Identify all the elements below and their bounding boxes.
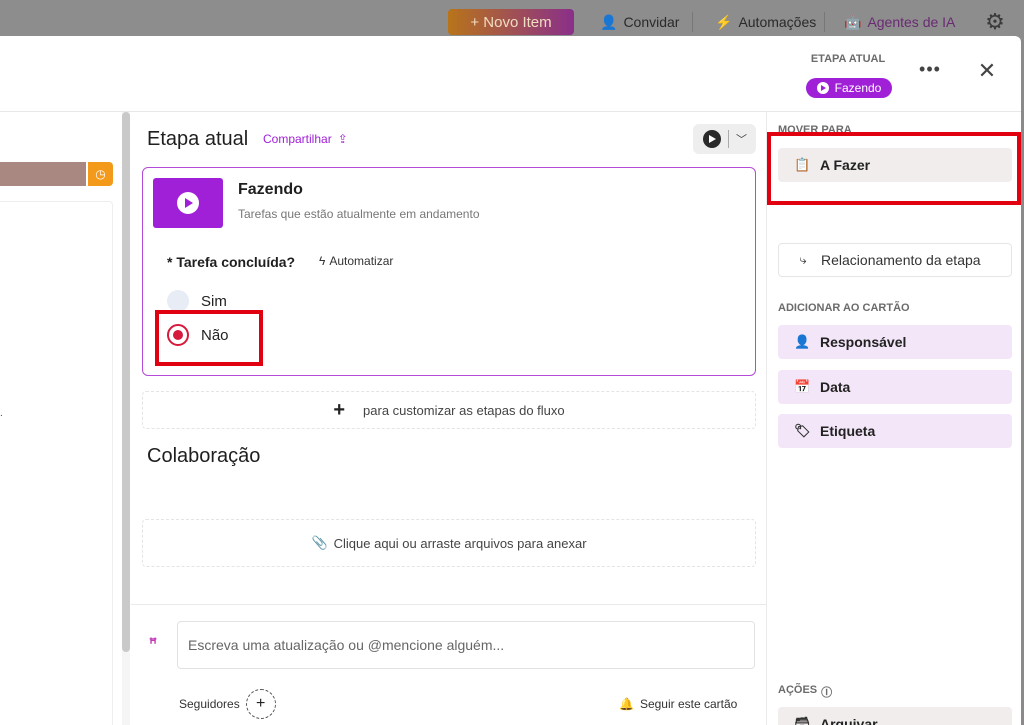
follow-card-label: Seguir este cartão xyxy=(639,697,738,711)
info-icon: ⓘ xyxy=(821,687,833,699)
user-icon: 👤 xyxy=(794,334,811,349)
divider xyxy=(824,12,825,32)
progress-bar xyxy=(0,162,86,186)
stage-description: Tarefas que estão atualmente em andament… xyxy=(238,207,480,221)
automate-label: Automatizar xyxy=(329,254,394,268)
lightning-icon: ⚡ xyxy=(715,13,733,30)
left-panel xyxy=(0,201,113,725)
archive-button[interactable]: 🗃 Arquivar xyxy=(778,707,1012,725)
divider xyxy=(728,130,729,148)
archive-label: Arquivar xyxy=(820,716,878,725)
bell-icon: 🔔 xyxy=(619,697,634,711)
radio-label: Sim xyxy=(201,292,227,310)
stage-relation-button[interactable]: ⤷ Relacionamento da etapa xyxy=(778,243,1012,277)
add-date-button[interactable]: 📅 Data xyxy=(778,370,1012,404)
paperclip-icon: 📎 xyxy=(311,535,328,550)
actions-label-text: AÇÕES xyxy=(778,684,818,696)
chevron-down-icon[interactable]: ﹀ xyxy=(736,131,747,147)
scrollbar-thumb[interactable] xyxy=(122,112,130,652)
gear-icon: ⚙ xyxy=(985,9,1005,34)
attach-dropzone[interactable]: 📎 Clique aqui ou arraste arquivos para a… xyxy=(142,519,756,567)
invite-label: Convidar xyxy=(623,14,680,30)
card-modal: ETAPA ATUAL Fazendo ••• ✕ ◷ . Etapa atua… xyxy=(0,36,1021,725)
automations-label: Automações xyxy=(738,14,817,30)
automations-button[interactable]: ⚡ Automações xyxy=(705,9,826,35)
radio-option-sim[interactable]: Sim xyxy=(167,290,227,312)
invite-button[interactable]: 👤 Convidar xyxy=(590,9,689,35)
actions-label: AÇÕES ⓘ xyxy=(778,684,832,700)
tree-icon: ⤷ xyxy=(799,252,807,267)
add-follower-button[interactable]: + xyxy=(245,689,276,719)
customize-stages-button[interactable]: + para customizar as etapas do fluxo xyxy=(142,391,756,429)
customize-label: para customizar as etapas do fluxo xyxy=(363,402,565,418)
archive-icon: 🗃 xyxy=(794,716,811,725)
update-input[interactable] xyxy=(177,621,755,669)
close-button[interactable]: ✕ xyxy=(976,60,998,82)
add-tag-button[interactable]: 🏷 Etiqueta xyxy=(778,414,1012,448)
more-options-button[interactable]: ••• xyxy=(918,60,942,82)
add-assignee-label: Responsável xyxy=(820,334,907,350)
share-icon: ⇪ xyxy=(337,132,348,146)
current-stage-title: Etapa atual xyxy=(147,128,249,150)
task-done-question: * Tarefa concluída? xyxy=(167,254,296,270)
share-label: Compartilhar xyxy=(263,132,332,146)
update-composer: ꟸ Seguidores + 🔔 Seguir este cartão xyxy=(131,604,766,725)
followers: Seguidores + xyxy=(179,689,276,719)
play-icon xyxy=(177,192,199,214)
stage-relation-label: Relacionamento da etapa xyxy=(821,252,981,268)
divider xyxy=(692,12,693,32)
add-tag-label: Etiqueta xyxy=(820,423,876,439)
radio-button[interactable] xyxy=(167,290,189,312)
top-app-bar: + Novo Item 👤 Convidar ⚡ Automações 🤖 Ag… xyxy=(0,0,1024,40)
stage-icon xyxy=(153,178,223,228)
add-user-icon: 👤 xyxy=(600,13,618,30)
highlight-box xyxy=(155,310,263,366)
robot-icon: 🤖 xyxy=(844,13,862,30)
app-logo-icon: ꟸ xyxy=(149,635,158,651)
main-content: Etapa atual Compartilhar ⇪ ﹀ Fazendo Tar… xyxy=(131,112,766,725)
right-sidebar: MOVER PARA 📋 A Fazer ⤷ Relacionamento da… xyxy=(766,112,1021,725)
tag-icon: 🏷 xyxy=(794,423,811,438)
collaboration-title: Colaboração xyxy=(147,445,261,467)
add-to-card-label: ADICIONAR AO CARTÃO xyxy=(778,302,910,314)
new-item-button[interactable]: + Novo Item xyxy=(448,9,574,35)
bullet: . xyxy=(0,408,3,419)
add-assignee-button[interactable]: 👤 Responsável xyxy=(778,325,1012,359)
plus-icon: + xyxy=(333,398,346,421)
settings-button[interactable]: ⚙ xyxy=(978,9,1012,35)
highlight-box xyxy=(767,132,1021,205)
ai-agents-button[interactable]: 🤖 Agentes de IA xyxy=(834,9,965,35)
attach-label: Clique aqui ou arraste arquivos para ane… xyxy=(333,535,587,551)
current-stage-badge[interactable]: Fazendo xyxy=(806,78,892,98)
current-stage-value: Fazendo xyxy=(834,81,882,95)
automate-link[interactable]: ϟ Automatizar xyxy=(319,254,393,268)
add-date-label: Data xyxy=(820,379,851,395)
play-icon[interactable] xyxy=(703,130,721,148)
lightning-icon: ϟ xyxy=(319,254,326,268)
calendar-icon: 📅 xyxy=(794,379,811,394)
followers-label: Seguidores xyxy=(179,697,240,711)
stage-name: Fazendo xyxy=(238,181,303,198)
play-icon xyxy=(816,82,829,94)
modal-header: ETAPA ATUAL Fazendo ••• ✕ xyxy=(0,36,1021,112)
follow-card-button[interactable]: 🔔 Seguir este cartão xyxy=(619,697,737,711)
share-link[interactable]: Compartilhar ⇪ xyxy=(263,132,348,146)
ai-agents-label: Agentes de IA xyxy=(867,14,956,30)
current-stage-label: ETAPA ATUAL xyxy=(810,53,886,65)
clock-icon[interactable]: ◷ xyxy=(88,162,113,186)
stage-control[interactable]: ﹀ xyxy=(693,124,756,154)
